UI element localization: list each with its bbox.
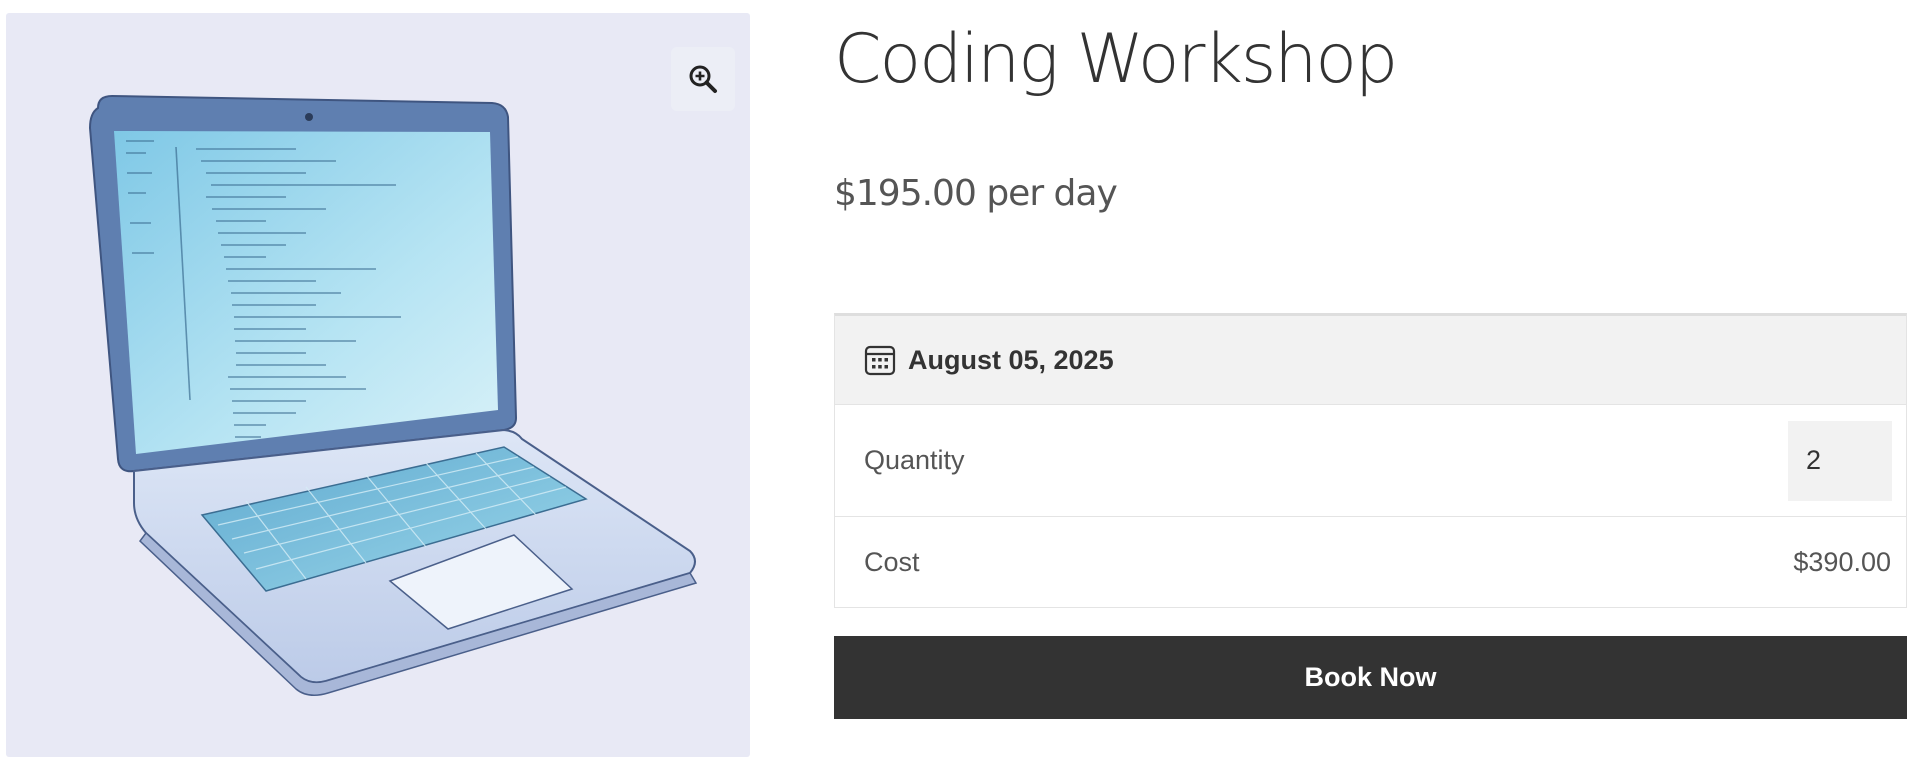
quantity-row: Quantity [835,405,1906,517]
cost-value: $390.00 [1793,546,1891,577]
quantity-label: Quantity [864,445,965,475]
product-page: Coding Workshop $195.00 per day August 0… [0,0,1920,777]
product-title: Coding Workshop [834,20,1398,99]
zoom-button[interactable] [671,47,735,111]
booking-date: August 05, 2025 [908,344,1114,375]
cost-row: Cost $390.00 [835,517,1906,607]
laptop-illustration [88,94,698,696]
product-image[interactable] [6,13,750,757]
calendar-icon [864,345,896,376]
cost-label: Cost [864,546,920,577]
quantity-input[interactable] [1788,420,1892,501]
zoom-in-icon [689,65,717,93]
product-price: $195.00 per day [834,173,1118,214]
booking-form: August 05, 2025 Quantity Cost $390.00 [834,313,1907,608]
booking-date-row[interactable]: August 05, 2025 [835,316,1906,405]
book-now-button[interactable]: Book Now [834,636,1907,719]
